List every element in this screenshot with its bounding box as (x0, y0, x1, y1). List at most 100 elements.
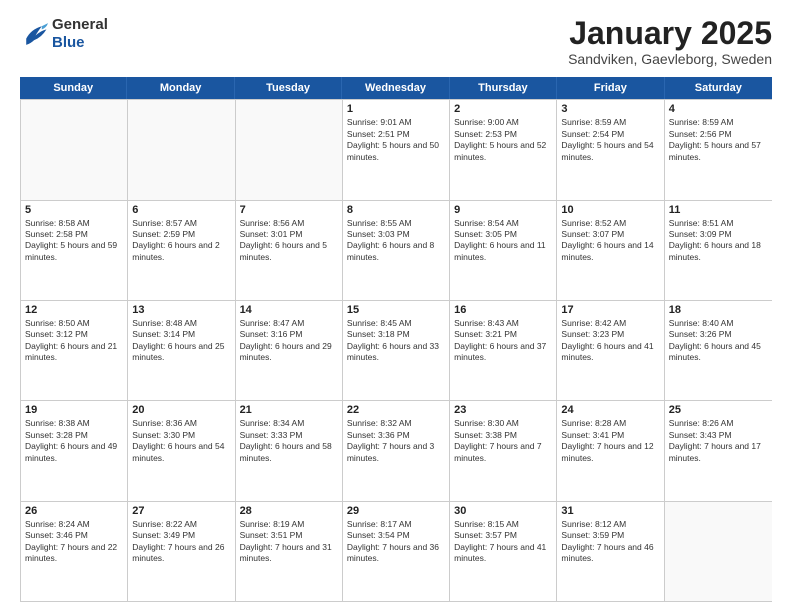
cell-info: Sunrise: 8:57 AM Sunset: 2:59 PM Dayligh… (132, 218, 230, 264)
calendar-cell: 15 Sunrise: 8:45 AM Sunset: 3:18 PM Dayli… (343, 301, 450, 400)
cell-info: Sunrise: 8:47 AM Sunset: 3:16 PM Dayligh… (240, 318, 338, 364)
header-day-wednesday: Wednesday (342, 77, 449, 99)
day-number: 27 (132, 505, 230, 517)
header-day-tuesday: Tuesday (235, 77, 342, 99)
title-block: January 2025 Sandviken, Gaevleborg, Swed… (568, 16, 772, 67)
header-day-saturday: Saturday (665, 77, 772, 99)
location: Sandviken, Gaevleborg, Sweden (568, 51, 772, 67)
calendar-cell: 18 Sunrise: 8:40 AM Sunset: 3:26 PM Dayli… (665, 301, 772, 400)
day-number: 26 (25, 505, 123, 517)
cell-info: Sunrise: 8:30 AM Sunset: 3:38 PM Dayligh… (454, 418, 552, 464)
calendar-row-0: 1Sunrise: 9:01 AM Sunset: 2:51 PM Daylig… (21, 99, 772, 199)
cell-info: Sunrise: 8:26 AM Sunset: 3:43 PM Dayligh… (669, 418, 768, 464)
calendar-cell: 17 Sunrise: 8:42 AM Sunset: 3:23 PM Dayli… (557, 301, 664, 400)
calendar-cell: 14 Sunrise: 8:47 AM Sunset: 3:16 PM Dayli… (236, 301, 343, 400)
cell-info: Sunrise: 8:34 AM Sunset: 3:33 PM Dayligh… (240, 418, 338, 464)
calendar-cell: 23 Sunrise: 8:30 AM Sunset: 3:38 PM Dayli… (450, 401, 557, 500)
calendar-cell: 10 Sunrise: 8:52 AM Sunset: 3:07 PM Dayli… (557, 201, 664, 300)
day-number: 6 (132, 204, 230, 216)
cell-info: Sunrise: 8:40 AM Sunset: 3:26 PM Dayligh… (669, 318, 768, 364)
day-number: 1 (347, 103, 445, 115)
cell-info: Sunrise: 8:15 AM Sunset: 3:57 PM Dayligh… (454, 519, 552, 565)
calendar-cell: 2Sunrise: 9:00 AM Sunset: 2:53 PM Daylig… (450, 100, 557, 199)
calendar-cell: 11Sunrise: 8:51 AM Sunset: 3:09 PM Dayli… (665, 201, 772, 300)
calendar: SundayMondayTuesdayWednesdayThursdayFrid… (20, 77, 772, 602)
cell-info: Sunrise: 8:43 AM Sunset: 3:21 PM Dayligh… (454, 318, 552, 364)
calendar-body: 1Sunrise: 9:01 AM Sunset: 2:51 PM Daylig… (20, 99, 772, 602)
calendar-cell: 20 Sunrise: 8:36 AM Sunset: 3:30 PM Dayli… (128, 401, 235, 500)
day-number: 18 (669, 304, 768, 316)
calendar-cell: 19Sunrise: 8:38 AM Sunset: 3:28 PM Dayli… (21, 401, 128, 500)
calendar-cell: 31Sunrise: 8:12 AM Sunset: 3:59 PM Dayli… (557, 502, 664, 601)
day-number: 23 (454, 404, 552, 416)
calendar-cell: 22 Sunrise: 8:32 AM Sunset: 3:36 PM Dayli… (343, 401, 450, 500)
cell-info: Sunrise: 8:55 AM Sunset: 3:03 PM Dayligh… (347, 218, 445, 264)
day-number: 4 (669, 103, 768, 115)
cell-info: Sunrise: 8:59 AM Sunset: 2:56 PM Dayligh… (669, 117, 768, 163)
cell-info: Sunrise: 8:28 AM Sunset: 3:41 PM Dayligh… (561, 418, 659, 464)
calendar-cell: 8 Sunrise: 8:55 AM Sunset: 3:03 PM Daylig… (343, 201, 450, 300)
calendar-cell: 28 Sunrise: 8:19 AM Sunset: 3:51 PM Dayli… (236, 502, 343, 601)
calendar-cell: 1Sunrise: 9:01 AM Sunset: 2:51 PM Daylig… (343, 100, 450, 199)
cell-info: Sunrise: 9:00 AM Sunset: 2:53 PM Dayligh… (454, 117, 552, 163)
day-number: 24 (561, 404, 659, 416)
cell-info: Sunrise: 8:54 AM Sunset: 3:05 PM Dayligh… (454, 218, 552, 264)
calendar-cell: 16 Sunrise: 8:43 AM Sunset: 3:21 PM Dayli… (450, 301, 557, 400)
cell-info: Sunrise: 8:51 AM Sunset: 3:09 PM Dayligh… (669, 218, 768, 264)
calendar-row-1: 5Sunrise: 8:58 AM Sunset: 2:58 PM Daylig… (21, 200, 772, 300)
cell-info: Sunrise: 8:32 AM Sunset: 3:36 PM Dayligh… (347, 418, 445, 464)
day-number: 29 (347, 505, 445, 517)
calendar-cell (21, 100, 128, 199)
calendar-cell: 21 Sunrise: 8:34 AM Sunset: 3:33 PM Dayli… (236, 401, 343, 500)
day-number: 15 (347, 304, 445, 316)
cell-info: Sunrise: 8:42 AM Sunset: 3:23 PM Dayligh… (561, 318, 659, 364)
day-number: 21 (240, 404, 338, 416)
day-number: 22 (347, 404, 445, 416)
day-number: 8 (347, 204, 445, 216)
calendar-cell: 24 Sunrise: 8:28 AM Sunset: 3:41 PM Dayli… (557, 401, 664, 500)
logo-bird-icon (20, 23, 48, 45)
cell-info: Sunrise: 8:38 AM Sunset: 3:28 PM Dayligh… (25, 418, 123, 464)
calendar-cell: 5Sunrise: 8:58 AM Sunset: 2:58 PM Daylig… (21, 201, 128, 300)
calendar-row-2: 12Sunrise: 8:50 AM Sunset: 3:12 PM Dayli… (21, 300, 772, 400)
cell-info: Sunrise: 8:48 AM Sunset: 3:14 PM Dayligh… (132, 318, 230, 364)
cell-info: Sunrise: 8:19 AM Sunset: 3:51 PM Dayligh… (240, 519, 338, 565)
logo: General Blue (20, 16, 108, 52)
cell-info: Sunrise: 8:58 AM Sunset: 2:58 PM Dayligh… (25, 218, 123, 264)
day-number: 13 (132, 304, 230, 316)
cell-info: Sunrise: 8:52 AM Sunset: 3:07 PM Dayligh… (561, 218, 659, 264)
calendar-cell: 27 Sunrise: 8:22 AM Sunset: 3:49 PM Dayli… (128, 502, 235, 601)
header-day-thursday: Thursday (450, 77, 557, 99)
header: General Blue January 2025 Sandviken, Gae… (20, 16, 772, 67)
calendar-header: SundayMondayTuesdayWednesdayThursdayFrid… (20, 77, 772, 99)
cell-info: Sunrise: 8:24 AM Sunset: 3:46 PM Dayligh… (25, 519, 123, 565)
calendar-row-4: 26 Sunrise: 8:24 AM Sunset: 3:46 PM Dayli… (21, 501, 772, 601)
day-number: 25 (669, 404, 768, 416)
calendar-cell: 26 Sunrise: 8:24 AM Sunset: 3:46 PM Dayli… (21, 502, 128, 601)
calendar-cell (236, 100, 343, 199)
cell-info: Sunrise: 8:12 AM Sunset: 3:59 PM Dayligh… (561, 519, 659, 565)
calendar-cell: 4 Sunrise: 8:59 AM Sunset: 2:56 PM Daylig… (665, 100, 772, 199)
day-number: 12 (25, 304, 123, 316)
calendar-cell: 29Sunrise: 8:17 AM Sunset: 3:54 PM Dayli… (343, 502, 450, 601)
day-number: 17 (561, 304, 659, 316)
day-number: 28 (240, 505, 338, 517)
day-number: 10 (561, 204, 659, 216)
cell-info: Sunrise: 8:22 AM Sunset: 3:49 PM Dayligh… (132, 519, 230, 565)
cell-info: Sunrise: 8:36 AM Sunset: 3:30 PM Dayligh… (132, 418, 230, 464)
calendar-cell: 9 Sunrise: 8:54 AM Sunset: 3:05 PM Daylig… (450, 201, 557, 300)
logo-general: General (52, 16, 108, 33)
day-number: 16 (454, 304, 552, 316)
calendar-cell: 30Sunrise: 8:15 AM Sunset: 3:57 PM Dayli… (450, 502, 557, 601)
calendar-cell: 13 Sunrise: 8:48 AM Sunset: 3:14 PM Dayli… (128, 301, 235, 400)
cell-info: Sunrise: 8:45 AM Sunset: 3:18 PM Dayligh… (347, 318, 445, 364)
day-number: 20 (132, 404, 230, 416)
day-number: 9 (454, 204, 552, 216)
calendar-cell: 6 Sunrise: 8:57 AM Sunset: 2:59 PM Daylig… (128, 201, 235, 300)
day-number: 14 (240, 304, 338, 316)
calendar-cell: 3Sunrise: 8:59 AM Sunset: 2:54 PM Daylig… (557, 100, 664, 199)
calendar-cell: 12Sunrise: 8:50 AM Sunset: 3:12 PM Dayli… (21, 301, 128, 400)
day-number: 7 (240, 204, 338, 216)
logo-text: General Blue (52, 16, 108, 52)
calendar-cell (128, 100, 235, 199)
